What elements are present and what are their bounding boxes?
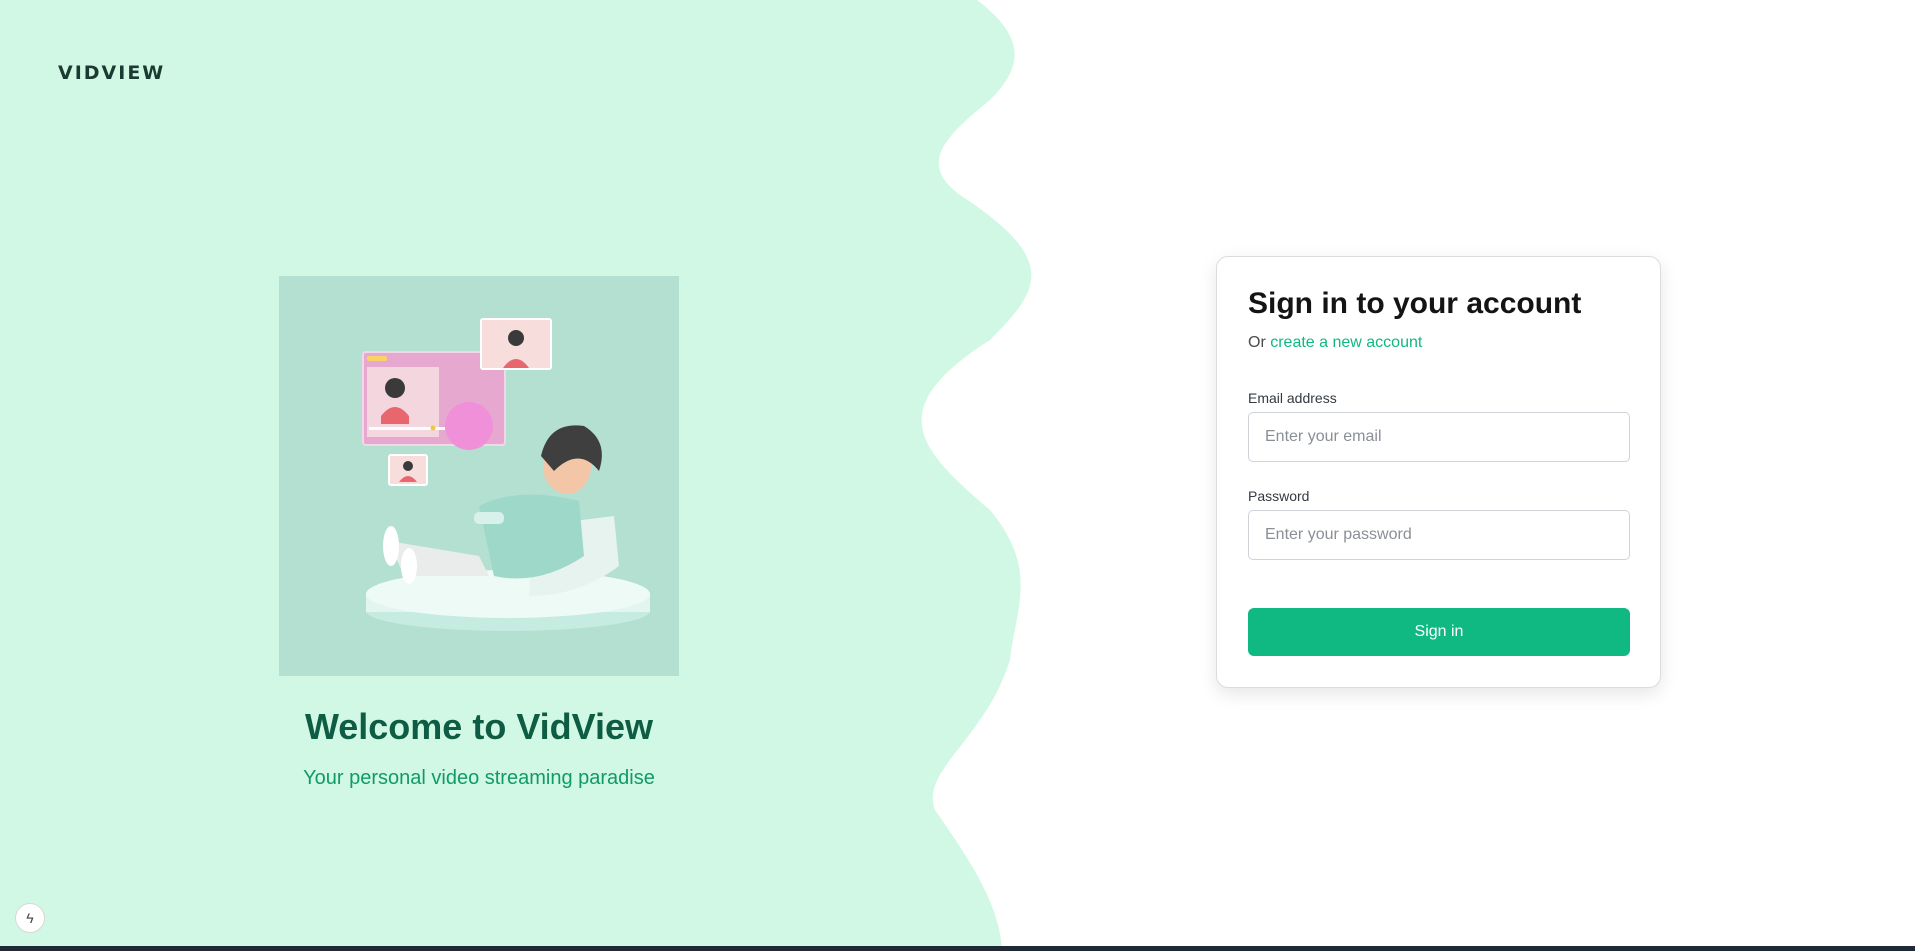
sign-in-button[interactable]: Sign in bbox=[1248, 608, 1630, 656]
vidview-logo[interactable]: VIDVIEW bbox=[58, 62, 165, 84]
signin-card: Sign in to your account Or create a new … bbox=[1216, 256, 1661, 688]
signin-page: VIDVIEW Welcome to VidView Your personal… bbox=[0, 0, 1915, 951]
devtools-button[interactable]: ϟ bbox=[15, 903, 45, 933]
subtitle-prefix: Or bbox=[1248, 334, 1271, 351]
tagline: Your personal video streaming paradise bbox=[303, 767, 655, 789]
signin-subtitle: Or create a new account bbox=[1248, 334, 1422, 352]
lightning-bolt-icon: ϟ bbox=[26, 910, 34, 926]
email-field[interactable] bbox=[1248, 412, 1630, 462]
welcome-title: Welcome to VidView bbox=[304, 706, 654, 747]
create-account-link[interactable]: create a new account bbox=[1270, 334, 1422, 351]
email-label: Email address bbox=[1248, 390, 1337, 406]
signin-title: Sign in to your account bbox=[1248, 287, 1582, 320]
password-field[interactable] bbox=[1248, 510, 1630, 560]
hero-illustration bbox=[279, 276, 679, 676]
bottom-scrollbar bbox=[0, 946, 1915, 951]
password-label: Password bbox=[1248, 488, 1310, 504]
